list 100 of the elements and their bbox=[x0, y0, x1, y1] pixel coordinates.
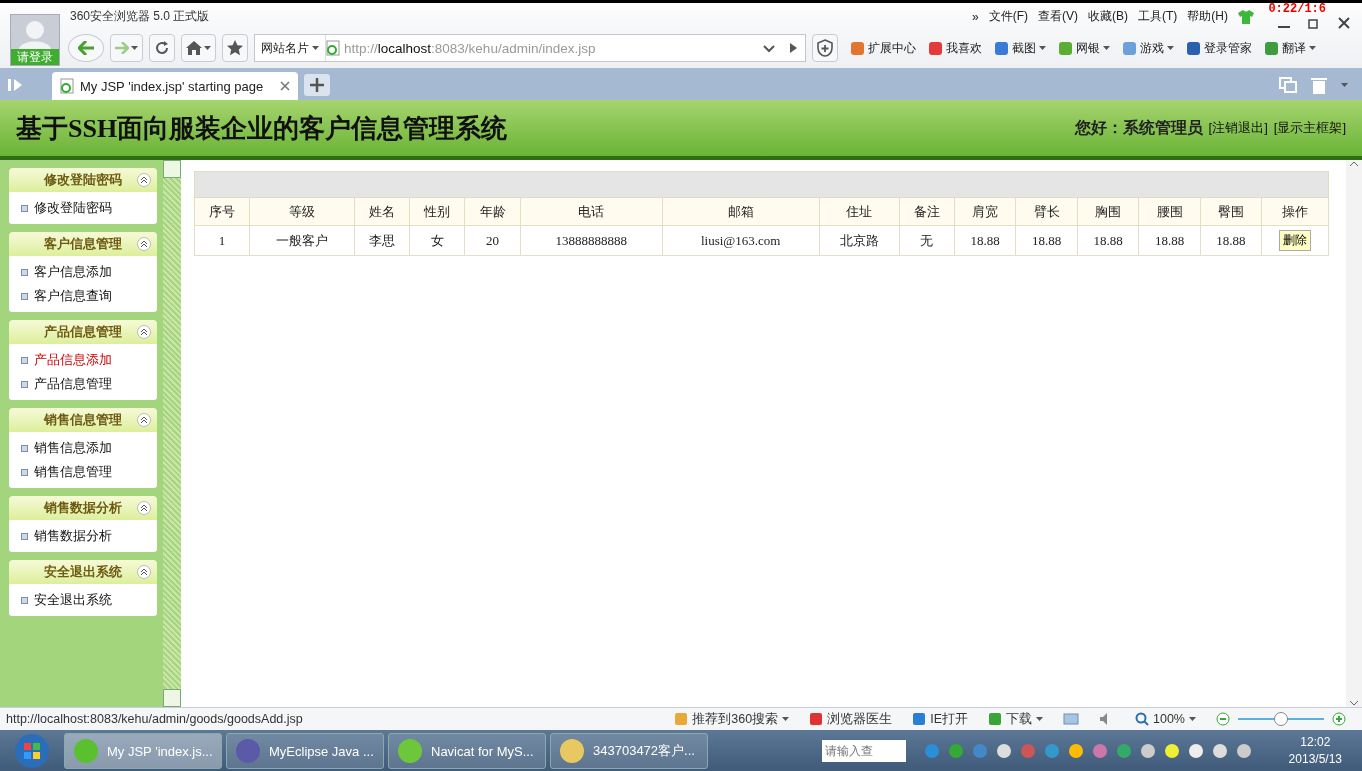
delete-button[interactable]: 删除 bbox=[1279, 230, 1312, 251]
window-title: 360安全浏览器 5.0 正式版 bbox=[70, 8, 210, 25]
scroll-up-icon[interactable] bbox=[1349, 160, 1359, 168]
caret-icon bbox=[1189, 717, 1196, 721]
tray-icon[interactable] bbox=[1188, 743, 1204, 759]
menu-group-header[interactable]: 安全退出系统 bbox=[9, 560, 157, 584]
menu-group-header[interactable]: 销售数据分析 bbox=[9, 496, 157, 520]
menu-link[interactable]: 销售信息添加 bbox=[34, 439, 112, 457]
tray-icon[interactable] bbox=[1236, 743, 1252, 759]
refresh-button[interactable] bbox=[149, 34, 175, 62]
square-icon bbox=[1122, 40, 1137, 56]
menu-group-header[interactable]: 客户信息管理 bbox=[9, 232, 157, 256]
home-button[interactable] bbox=[181, 34, 216, 62]
status-item[interactable]: 推荐到360搜索 bbox=[674, 710, 790, 728]
restore-icon[interactable] bbox=[1308, 16, 1320, 29]
menu-group-header[interactable]: 修改登陆密码 bbox=[9, 168, 157, 192]
status-item[interactable]: IE打开 bbox=[912, 710, 968, 728]
caret-icon bbox=[1341, 83, 1348, 87]
zoom-in-icon[interactable] bbox=[1332, 712, 1346, 726]
search-field[interactable]: 请输入查 bbox=[822, 740, 906, 762]
table-cell: 18.88 bbox=[1015, 225, 1078, 256]
table-cell: 李思 bbox=[354, 225, 410, 256]
close-icon[interactable] bbox=[280, 81, 290, 91]
menu-link[interactable]: 客户信息查询 bbox=[34, 287, 112, 305]
browser-tab[interactable]: My JSP 'index.jsp' starting page bbox=[52, 72, 298, 100]
new-tab-button[interactable] bbox=[304, 74, 330, 96]
menu-item[interactable]: 工具(T) bbox=[1138, 8, 1178, 25]
status-item[interactable]: 下载 bbox=[988, 710, 1043, 728]
column-header: 操作 bbox=[1261, 197, 1329, 226]
close-icon[interactable] bbox=[1338, 16, 1350, 29]
menu-group-header[interactable]: 产品信息管理 bbox=[9, 320, 157, 344]
header-link[interactable]: [注销退出] bbox=[1208, 119, 1268, 137]
toolbar-item[interactable]: 游戏 bbox=[1122, 39, 1174, 57]
bullet-icon bbox=[21, 596, 28, 604]
table-cell: 1 bbox=[194, 225, 250, 256]
zoom-menu[interactable]: 100% bbox=[1135, 712, 1196, 726]
favorite-button[interactable] bbox=[222, 34, 248, 62]
refresh-icon bbox=[154, 40, 170, 56]
tray-icon[interactable] bbox=[996, 743, 1012, 759]
table-cell: 18.88 bbox=[1138, 225, 1201, 256]
toolbar-item[interactable]: 我喜欢 bbox=[928, 39, 982, 57]
collapse-icon[interactable] bbox=[137, 501, 151, 515]
clock: 12:02 2013/5/13 bbox=[1288, 734, 1343, 768]
splitter-handle[interactable] bbox=[163, 160, 181, 178]
zoom-slider-thumb[interactable] bbox=[1274, 712, 1288, 726]
menu-item[interactable]: 文件(F) bbox=[988, 8, 1028, 25]
address-field[interactable]: 网站名片 http://localhost:8083/kehu/admin/index.jsp bbox=[254, 34, 806, 62]
menu-link[interactable]: 客户信息添加 bbox=[34, 263, 112, 281]
recorder-timer: 0:22/1:6 bbox=[1268, 3, 1326, 15]
toolbar-item[interactable]: 登录管家 bbox=[1186, 39, 1252, 57]
caret-icon bbox=[312, 46, 319, 50]
square-icon bbox=[850, 40, 865, 56]
back-button[interactable] bbox=[68, 34, 104, 62]
home-icon bbox=[186, 41, 202, 55]
bullet-icon bbox=[21, 268, 28, 276]
plus-icon bbox=[310, 78, 324, 92]
bullet-icon bbox=[21, 468, 28, 476]
zoom-out-icon[interactable] bbox=[1216, 712, 1230, 726]
collapse-icon[interactable] bbox=[137, 565, 151, 579]
tray-icon[interactable] bbox=[1068, 743, 1084, 759]
splitter-handle[interactable] bbox=[163, 689, 181, 707]
menu-item[interactable]: 帮助(H) bbox=[1187, 8, 1228, 25]
toolbar-item[interactable]: 截图 bbox=[994, 39, 1046, 57]
toolbar-item[interactable]: 翻译 bbox=[1264, 39, 1316, 57]
menu-item[interactable]: 查看(V) bbox=[1038, 8, 1078, 25]
collapse-icon[interactable] bbox=[137, 413, 151, 427]
table-cell: 无 bbox=[899, 225, 955, 256]
sidebar-toggle-icon[interactable] bbox=[8, 78, 24, 92]
menu-group-header[interactable]: 销售信息管理 bbox=[9, 408, 157, 432]
menu-link[interactable]: 产品信息管理 bbox=[34, 375, 112, 393]
magnifier-icon bbox=[1135, 712, 1149, 726]
taskbar-button[interactable]: MyEclipse Java ... bbox=[226, 733, 384, 769]
status-url: http://localhost:8083/kehu/admin/goods/goodsAdd.jsp bbox=[6, 712, 303, 726]
collapse-icon[interactable] bbox=[137, 237, 151, 251]
square-icon bbox=[1058, 40, 1073, 56]
more-menu[interactable]: » bbox=[972, 9, 979, 24]
taskbar-button[interactable]: Navicat for MyS... bbox=[388, 733, 546, 769]
square-icon bbox=[928, 40, 943, 56]
toolbar-item[interactable]: 网银 bbox=[1058, 39, 1110, 57]
square-icon bbox=[674, 712, 689, 726]
shirt-icon[interactable] bbox=[1238, 9, 1254, 24]
menu-link[interactable]: 产品信息添加 bbox=[34, 351, 112, 369]
tray-icon[interactable] bbox=[1164, 743, 1180, 759]
taskbar-button[interactable]: 343703472客户... bbox=[550, 733, 708, 769]
collapse-icon[interactable] bbox=[137, 173, 151, 187]
scroll-down-icon[interactable] bbox=[1349, 699, 1359, 707]
header-link[interactable]: [显示主框架] bbox=[1273, 119, 1346, 137]
caret-icon bbox=[204, 46, 211, 50]
menu-item[interactable]: 收藏(B) bbox=[1088, 8, 1128, 25]
app-icon bbox=[397, 738, 423, 764]
status-item[interactable]: 浏览器医生 bbox=[809, 710, 893, 728]
table-cell: 18.88 bbox=[1077, 225, 1139, 256]
shield-icon bbox=[817, 39, 833, 57]
square-icon bbox=[988, 712, 1002, 726]
tray-icon[interactable] bbox=[1140, 743, 1156, 759]
tray-icon[interactable] bbox=[1212, 743, 1228, 759]
menu-link[interactable]: 销售信息管理 bbox=[34, 463, 112, 481]
collapse-icon[interactable] bbox=[137, 325, 151, 339]
security-button[interactable] bbox=[812, 34, 838, 62]
toolbar-item[interactable]: 扩展中心 bbox=[850, 39, 916, 57]
